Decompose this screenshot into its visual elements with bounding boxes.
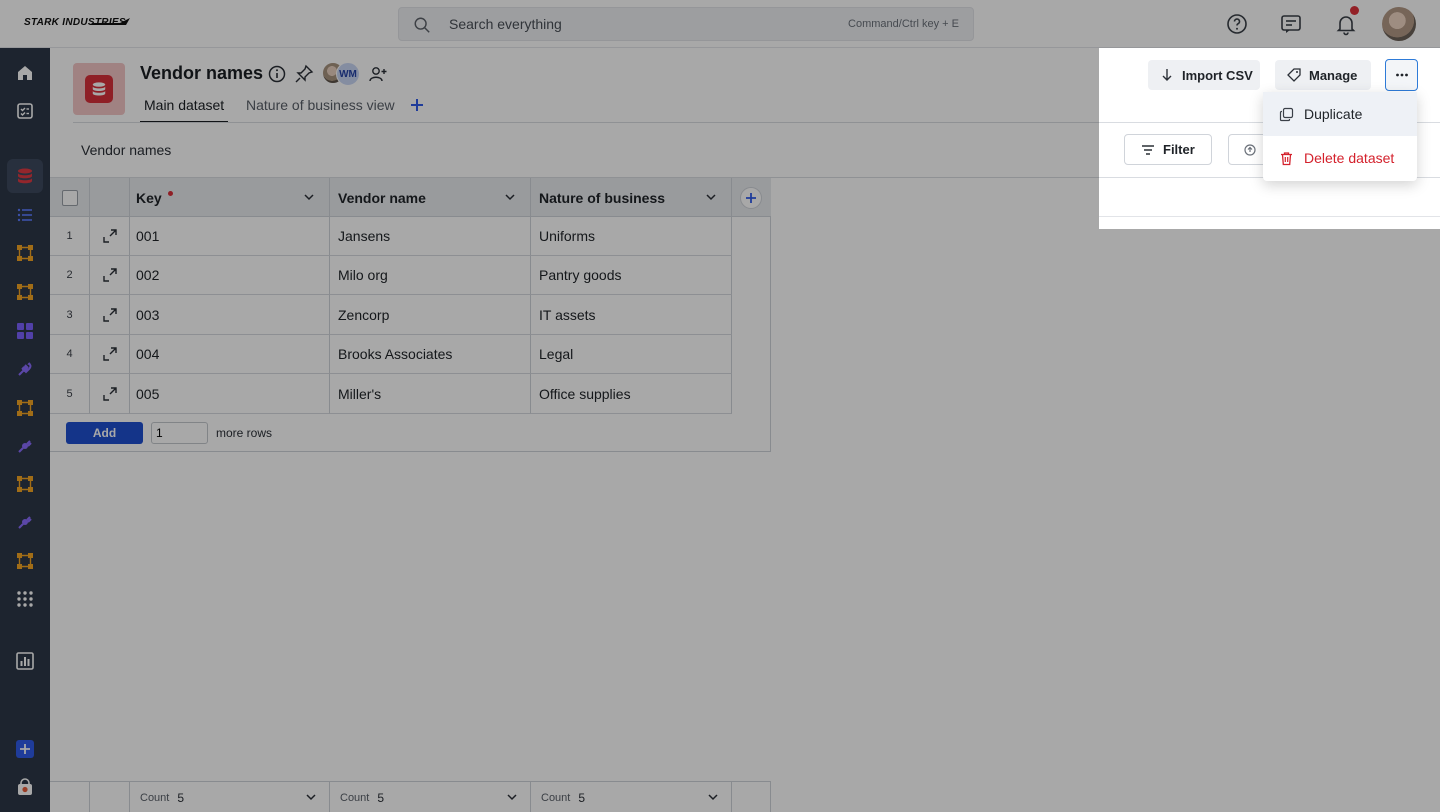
sort-button[interactable] [1228,134,1268,165]
import-csv-button[interactable]: Import CSV [1148,60,1260,90]
filter-icon [1142,144,1154,155]
filter-button[interactable]: Filter [1124,134,1212,165]
grid-header-divider [1099,216,1440,217]
menu-item-delete-dataset[interactable]: Delete dataset [1263,136,1417,180]
copy-icon [1279,107,1294,121]
filter-label: Filter [1163,142,1195,157]
tag-icon [1287,68,1301,82]
trash-icon [1281,151,1292,165]
menu-item-label: Duplicate [1304,106,1363,122]
manage-label: Manage [1309,67,1358,83]
menu-item-duplicate[interactable]: Duplicate [1263,92,1417,136]
manage-button[interactable]: Manage [1275,60,1371,90]
more-horizontal-icon [1395,73,1408,77]
menu-item-label: Delete dataset [1304,150,1395,166]
more-options-button[interactable] [1385,59,1418,91]
download-arrow-icon [1162,69,1172,81]
more-options-menu: Duplicate Delete dataset [1263,92,1417,181]
sort-icon [1244,143,1256,156]
import-csv-label: Import CSV [1182,67,1253,83]
